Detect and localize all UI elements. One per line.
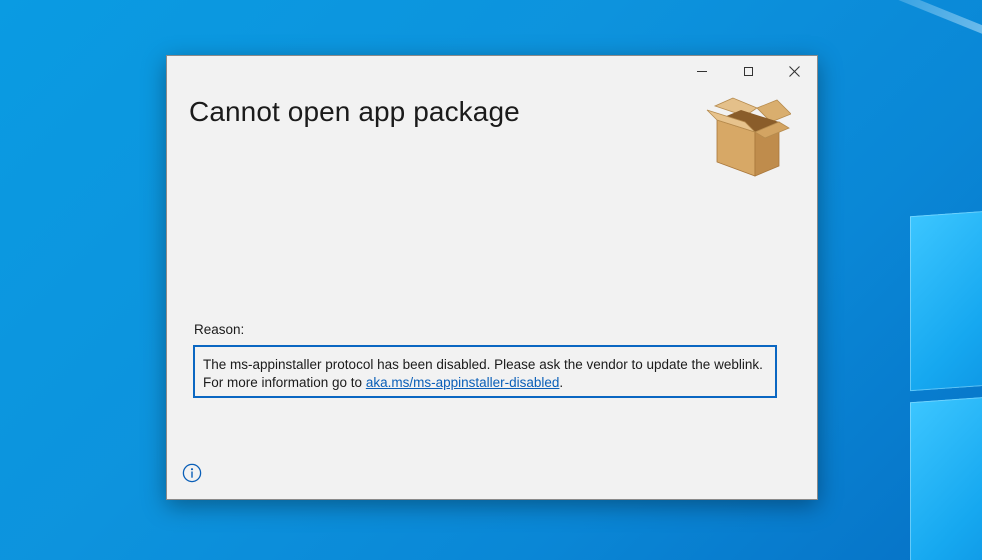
minimize-button[interactable] — [679, 56, 725, 87]
minimize-icon — [697, 71, 707, 72]
dialog-title: Cannot open app package — [189, 96, 520, 127]
wallpaper-light-beam — [818, 0, 982, 66]
close-icon — [788, 66, 800, 77]
maximize-icon — [743, 67, 753, 76]
app-installer-dialog: Cannot open app package Reason: The ms-a… — [166, 55, 818, 500]
reason-label: Reason: — [194, 322, 245, 337]
info-icon[interactable] — [182, 463, 202, 483]
reason-suffix: . — [559, 375, 564, 390]
reason-link[interactable]: aka.ms/ms-appinstaller-disabled — [366, 375, 560, 390]
wallpaper-logo-pane-bottom — [910, 393, 982, 560]
wallpaper-logo-pane-top — [910, 207, 982, 392]
package-box-icon — [706, 97, 791, 177]
close-button[interactable] — [771, 56, 817, 87]
reason-message: The ms-appinstaller protocol has been di… — [203, 356, 763, 392]
reason-box: The ms-appinstaller protocol has been di… — [193, 345, 777, 398]
maximize-button[interactable] — [725, 56, 771, 87]
